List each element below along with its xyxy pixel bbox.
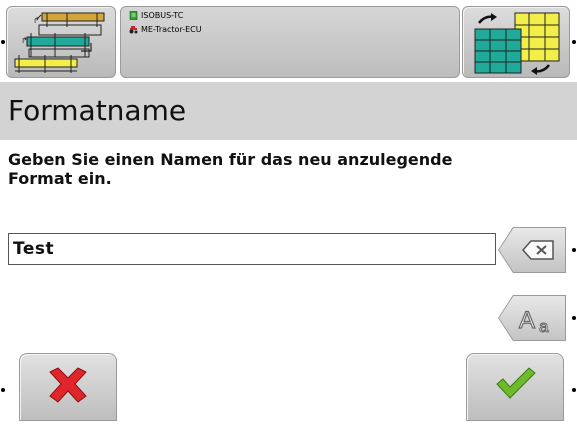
cancel-button[interactable] <box>19 353 117 421</box>
softkey-indicator <box>572 316 576 320</box>
tractor-icon <box>129 26 138 34</box>
format-layout-button[interactable]: ↱ ↱ <box>6 6 116 78</box>
swap-layout-icon <box>474 12 560 75</box>
svg-text:↱: ↱ <box>21 36 28 45</box>
title-bar: Formatname <box>0 82 577 140</box>
format-name-value: Test <box>13 239 55 259</box>
format-layout-icon: ↱ ↱ <box>14 12 105 73</box>
softkey-indicator <box>572 248 576 252</box>
prompt-text: Geben Sie einen Namen für das neu anzule… <box>8 150 453 188</box>
document-icon <box>129 11 138 20</box>
status-panel: ISOBUS-TC ME-Tractor-ECU <box>120 6 460 78</box>
confirm-button[interactable] <box>466 353 564 421</box>
format-name-input[interactable]: Test <box>8 233 496 265</box>
softkey-indicator <box>1 40 5 44</box>
status-line-ecu: ME-Tractor-ECU <box>129 25 202 34</box>
top-bar: ↱ ↱ ISOBUS-TC ME-Tractor-ECU <box>0 0 577 78</box>
status-ecu-label: ME-Tractor-ECU <box>141 25 202 34</box>
status-line-tc: ISOBUS-TC <box>129 11 183 20</box>
cancel-icon <box>49 367 87 403</box>
confirm-icon <box>496 367 536 399</box>
softkey-indicator <box>572 40 576 44</box>
svg-text:A: A <box>519 307 535 334</box>
softkey-indicator <box>1 388 5 392</box>
page-title: Formatname <box>8 94 187 127</box>
swap-layout-button[interactable] <box>462 6 570 78</box>
svg-text:a: a <box>539 317 549 336</box>
softkey-indicator <box>572 388 576 392</box>
status-tc-label: ISOBUS-TC <box>141 11 184 20</box>
svg-text:↱: ↱ <box>33 16 40 25</box>
